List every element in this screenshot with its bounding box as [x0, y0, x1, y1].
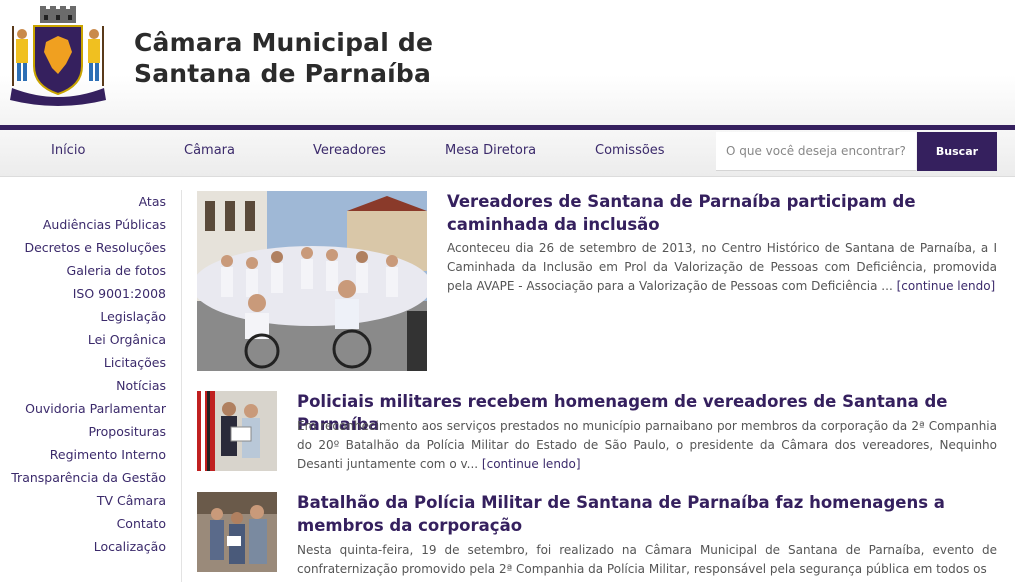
site-title-line1: Câmara Municipal de: [134, 28, 434, 57]
sidebar-item-audiencias-publicas[interactable]: Audiências Públicas: [0, 213, 166, 236]
post-excerpt-text: Nesta quinta-feira, 19 de setembro, foi …: [297, 543, 997, 576]
sidebar-item-proposituras[interactable]: Proposituras: [0, 420, 166, 443]
sidebar-item-regimento-interno[interactable]: Regimento Interno: [0, 443, 166, 466]
sidebar-menu: Atas Audiências Públicas Decretos e Reso…: [0, 190, 166, 558]
nav-item-comissoes[interactable]: Comissões: [595, 130, 665, 171]
post-excerpt: Nesta quinta-feira, 19 de setembro, foi …: [297, 541, 997, 579]
nav-item-camara[interactable]: Câmara: [184, 130, 235, 171]
post-title[interactable]: Batalhão da Polícia Militar de Santana d…: [297, 491, 997, 537]
post-photo-caminhada[interactable]: [197, 191, 427, 371]
sidebar-item-ouvidoria-parlamentar[interactable]: Ouvidoria Parlamentar: [0, 397, 166, 420]
sidebar-item-legislacao[interactable]: Legislação: [0, 305, 166, 328]
continue-reading-link[interactable]: [continue lendo]: [897, 279, 996, 293]
sidebar-item-localizacao[interactable]: Localização: [0, 535, 166, 558]
sidebar-item-decretos-e-resolucoes[interactable]: Decretos e Resoluções: [0, 236, 166, 259]
post-excerpt-text: Em reconhecimento aos serviços prestados…: [297, 419, 997, 471]
continue-reading-link[interactable]: [continue lendo]: [482, 457, 581, 471]
sidebar-item-galeria-de-fotos[interactable]: Galeria de fotos: [0, 259, 166, 282]
sidebar-item-licitacoes[interactable]: Licitações: [0, 351, 166, 374]
post-photo-batalhao[interactable]: [197, 492, 277, 572]
search-input[interactable]: [716, 132, 916, 171]
main-nav: Início Câmara Vereadores Mesa Diretora C…: [0, 130, 1015, 177]
sidebar-item-tv-camara[interactable]: TV Câmara: [0, 489, 166, 512]
sidebar-item-iso[interactable]: ISO 9001:2008: [0, 282, 166, 305]
nav-item-inicio[interactable]: Início: [51, 130, 85, 171]
municipal-crest-logo[interactable]: [6, 6, 110, 106]
sidebar-item-contato[interactable]: Contato: [0, 512, 166, 535]
nav-item-vereadores[interactable]: Vereadores: [313, 130, 386, 171]
nav-item-mesa-diretora[interactable]: Mesa Diretora: [445, 130, 536, 171]
sidebar-item-noticias[interactable]: Notícias: [0, 374, 166, 397]
search-button[interactable]: Buscar: [917, 132, 997, 171]
sidebar-item-lei-organica[interactable]: Lei Orgânica: [0, 328, 166, 351]
sidebar-item-transparencia-da-gestao[interactable]: Transparência da Gestão: [0, 466, 166, 489]
post-photo-policiais[interactable]: [197, 391, 277, 471]
sidebar-item-atas[interactable]: Atas: [0, 190, 166, 213]
post-title[interactable]: Vereadores de Santana de Parnaíba partic…: [447, 190, 997, 236]
post-excerpt: Em reconhecimento aos serviços prestados…: [297, 417, 997, 474]
site-title[interactable]: Câmara Municipal de Santana de Parnaíba: [134, 27, 433, 89]
site-title-line2: Santana de Parnaíba: [134, 59, 432, 88]
post-excerpt: Aconteceu dia 26 de setembro de 2013, no…: [447, 239, 997, 296]
site-header: Câmara Municipal de Santana de Parnaíba: [0, 0, 1015, 125]
sidebar-divider: [181, 190, 182, 582]
